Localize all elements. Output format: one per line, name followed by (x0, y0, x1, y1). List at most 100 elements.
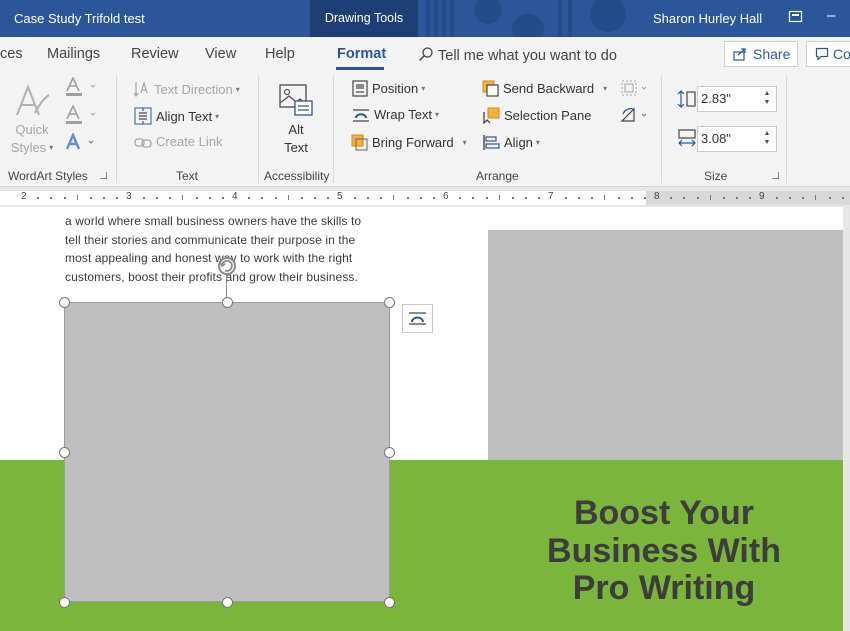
tab-view[interactable]: View (205, 46, 236, 62)
resize-handle-top-left[interactable] (59, 297, 70, 308)
align-text-icon (134, 107, 152, 125)
tab-mailings[interactable]: Mailings (47, 46, 100, 62)
ruler-tick (76, 195, 78, 200)
ruler-tick (274, 197, 277, 199)
ruler-tick (802, 197, 805, 199)
shape-width-field[interactable]: 3.08" ▲ ▼ (697, 126, 777, 152)
alt-text-icon[interactable] (278, 83, 314, 117)
ruler-number: 6 (443, 191, 449, 202)
resize-handle-bottom-right[interactable] (384, 597, 395, 608)
user-name[interactable]: Sharon Hurley Hall (653, 11, 762, 26)
document-canvas[interactable]: a world where small business owners have… (0, 207, 843, 631)
layout-options-icon (409, 312, 426, 325)
ruler-tick (683, 197, 686, 199)
layout-options-button[interactable] (402, 304, 433, 333)
bring-forward-button[interactable]: Bring Forward ▾ (351, 134, 467, 151)
ruler-tick (221, 197, 224, 199)
drawing-tools-context-tab[interactable]: Drawing Tools (310, 0, 418, 37)
tab-references[interactable]: ces (0, 46, 23, 62)
quick-styles-icon[interactable] (13, 83, 53, 119)
resize-handle-bottom-left[interactable] (59, 597, 70, 608)
ruler-number: 9 (759, 191, 765, 202)
minimize-button[interactable]: – (827, 7, 835, 24)
ruler-number: 2 (21, 191, 27, 202)
align-text-button[interactable]: Align Text ▾ (134, 107, 219, 125)
bring-forward-label: Bring Forward (372, 135, 454, 150)
text-fill-icon[interactable] (64, 77, 98, 97)
tab-help[interactable]: Help (265, 46, 295, 62)
resize-handle-bottom[interactable] (222, 597, 233, 608)
shape-height-value: 2.83" (701, 91, 731, 106)
shape-height-field[interactable]: 2.83" ▲ ▼ (697, 86, 777, 112)
ruler-tick (353, 197, 356, 199)
selected-shape[interactable] (64, 302, 390, 602)
share-button[interactable]: Share (724, 41, 798, 67)
ruler-tick (393, 195, 395, 200)
ruler-tick (828, 197, 831, 199)
text-direction-button[interactable]: Text Direction ▾ (133, 80, 240, 98)
shape-width-value: 3.08" (701, 131, 731, 146)
group-divider (116, 75, 117, 183)
align-button[interactable]: Align ▾ (482, 134, 540, 151)
ruler-tick (485, 197, 488, 199)
ruler-tick (406, 197, 409, 199)
ruler-tick (630, 197, 633, 199)
resize-handle-left[interactable] (59, 447, 70, 458)
ruler-tick (459, 197, 462, 199)
width-spinner[interactable]: ▲ ▼ (762, 129, 772, 147)
ruler-tick (525, 197, 528, 199)
ruler-number: 7 (548, 191, 554, 202)
text-direction-label: Text Direction (154, 82, 233, 97)
share-label: Share (753, 46, 791, 62)
group-label-accessibility: Accessibility (264, 169, 330, 183)
share-icon (733, 48, 746, 61)
text-outline-icon[interactable] (64, 105, 98, 125)
ruler-tick (617, 197, 620, 199)
group-label-arrange: Arrange (476, 169, 519, 183)
image-placeholder-right[interactable] (488, 230, 843, 460)
vertical-scroll-gutter[interactable] (843, 207, 850, 631)
resize-handle-top[interactable] (222, 297, 233, 308)
align-icon (483, 135, 500, 150)
group-divider (786, 75, 787, 183)
wordart-dialog-launcher[interactable] (100, 172, 107, 179)
quick-styles-button[interactable]: Quick Styles ▾ (6, 121, 58, 157)
active-tab-indicator (336, 67, 384, 70)
send-backward-button[interactable]: Send Backward ▾ (482, 80, 607, 97)
ruler-tick (90, 197, 92, 199)
text-direction-icon (133, 80, 148, 98)
comments-label: Co (833, 46, 850, 62)
ribbon-display-options-icon[interactable] (788, 10, 804, 24)
resize-handle-top-right[interactable] (384, 297, 395, 308)
ruler-tick (538, 197, 541, 199)
text-effects-icon[interactable] (64, 133, 98, 153)
tab-format[interactable]: Format (337, 46, 386, 62)
tab-review[interactable]: Review (131, 46, 179, 62)
ruler-tick (841, 197, 844, 199)
ruler-tick (498, 195, 500, 200)
selection-pane-button[interactable]: Selection Pane (482, 107, 591, 125)
body-line: a world where small business owners have… (65, 214, 362, 228)
rotate-icon[interactable] (620, 106, 650, 124)
ruler-tick (432, 197, 435, 199)
ruler-tick (366, 197, 369, 199)
create-link-button[interactable]: Create Link (134, 134, 222, 150)
ruler-tick (564, 197, 567, 199)
resize-handle-right[interactable] (384, 447, 395, 458)
group-icon[interactable] (620, 79, 650, 97)
alt-text-button[interactable]: Alt Text (270, 121, 322, 157)
height-spinner[interactable]: ▲ ▼ (762, 89, 772, 107)
position-button[interactable]: Position ▾ (352, 80, 425, 97)
position-icon (352, 80, 368, 97)
ruler-tick (670, 197, 673, 199)
wrap-text-button[interactable]: Wrap Text ▾ (352, 107, 439, 123)
horizontal-ruler[interactable]: 2 3 4 5 6 7 8 9 (0, 188, 850, 207)
ruler-tick (604, 195, 606, 200)
tell-me-search[interactable]: Tell me what you want to do (418, 46, 617, 64)
size-dialog-launcher[interactable] (772, 172, 779, 179)
group-label-wordart: WordArt Styles (8, 169, 88, 183)
comments-button[interactable]: Co (806, 41, 850, 67)
headline-text[interactable]: Boost Your Business With Pro Writing (498, 494, 830, 608)
headline-line: Boost Your (573, 494, 755, 532)
rotate-handle-icon[interactable] (216, 255, 238, 277)
